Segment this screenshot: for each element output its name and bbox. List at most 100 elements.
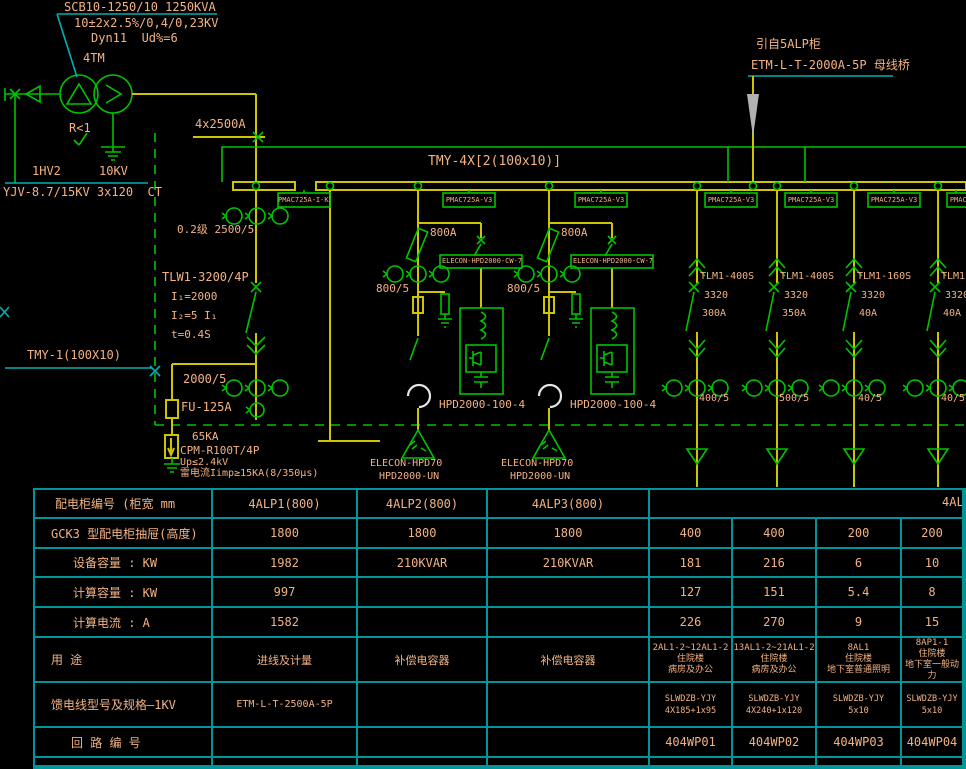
table-cell bbox=[817, 758, 902, 767]
feeder-column-1 bbox=[662, 190, 728, 487]
transformer-symbol bbox=[60, 75, 132, 160]
metering-ct-label: 0.2级 2500/5 bbox=[177, 224, 254, 236]
table-cell: 5.4 bbox=[817, 578, 902, 608]
transformer-spec-label: SCB10-1250/10 1250KVA bbox=[64, 1, 216, 13]
feeder4-ct-label: 40/5 bbox=[941, 393, 965, 405]
cap1-fuse-label: 800A bbox=[430, 227, 457, 239]
table-cell: SLWDZB-YJY 5x10 bbox=[902, 683, 964, 728]
incoming-ct2-label: 2000/5 bbox=[183, 373, 226, 385]
table-cell: 127 bbox=[650, 578, 733, 608]
fuse-label: FU-125A bbox=[181, 401, 232, 413]
cap2-filter-box-label: ELECON-HPD2000-CW-7 bbox=[572, 255, 654, 268]
cap2-spd2-label: HPD2000-UN bbox=[510, 471, 570, 483]
table-cell: 151 bbox=[733, 578, 817, 608]
row-header: 用 途 bbox=[35, 638, 213, 683]
table-cell: 1582 bbox=[213, 608, 358, 638]
table-cell: 10 bbox=[902, 549, 964, 578]
table-cell: 9 bbox=[817, 608, 902, 638]
table-cell: 13AL1-2~21AL1-2 住院楼 病房及办公 bbox=[733, 638, 817, 683]
hv-bus-tag-label: 1HV2 bbox=[32, 165, 61, 177]
meter-box-label: PMAC725A-V3 bbox=[785, 193, 837, 207]
table-cell: 400 bbox=[733, 519, 817, 549]
table-cell: 200 bbox=[902, 519, 964, 549]
feeder1-code-label: 3320 bbox=[704, 290, 728, 302]
feeder-column-4 bbox=[903, 190, 966, 487]
schematic-canvas bbox=[0, 0, 966, 488]
busbar-label: TMY-4X[2(100x10)] bbox=[428, 156, 561, 168]
panel-schedule-table: 配电柜编号 (柜宽 mm 4ALP1(800) 4ALP2(800) 4ALP3… bbox=[33, 488, 966, 769]
table-cell: 404WP01 bbox=[650, 728, 733, 758]
table-cell bbox=[650, 758, 733, 767]
cap2-ct-label: 800/5 bbox=[507, 283, 540, 295]
table-cell: 210KVAR bbox=[358, 549, 488, 578]
ground-resistance-label: R<1 bbox=[69, 122, 91, 134]
spd-ka-label: 65KA bbox=[192, 431, 219, 443]
transformer-tag-label: 4TM bbox=[83, 52, 105, 64]
table-cell: 216 bbox=[733, 549, 817, 578]
cabinet-4alp4-label: 4ALP4(800) bbox=[942, 495, 964, 509]
hv-cable-label: YJV-8.7/15KV 3x120 CT bbox=[3, 186, 162, 198]
table-cell: 8 bbox=[902, 578, 964, 608]
feeder2-code-label: 3320 bbox=[784, 290, 808, 302]
table-cell: 1800 bbox=[358, 519, 488, 549]
feeder2-frame-label: TLM1-400S bbox=[780, 271, 834, 283]
table-cell: 8AP1-1 住院楼 地下室一般动力 bbox=[902, 638, 964, 683]
feeder2-trip-label: 350A bbox=[782, 308, 806, 320]
cap2-module-label: HPD2000-100-4 bbox=[570, 399, 656, 411]
cap1-spd2-label: HPD2000-UN bbox=[379, 471, 439, 483]
transformer-vector-label: Dyn11 Ud%=6 bbox=[91, 32, 178, 44]
table-cell: 4ALP3(800) bbox=[488, 490, 650, 519]
feeder1-frame-label: TLM1-400S bbox=[700, 271, 754, 283]
meter-box-label: PMAC725A-I-K3 bbox=[278, 193, 330, 207]
table-cell: 2AL1-2~12AL1-2 住院楼 病房及办公 bbox=[650, 638, 733, 683]
table-cell: 270 bbox=[733, 608, 817, 638]
meter-box-label: PMAC725A-V3 bbox=[868, 193, 920, 207]
row-header: 馈电线型号及规格—1KV bbox=[35, 683, 213, 728]
feeder4-code-label: 3320 bbox=[945, 290, 966, 302]
table-cell: SLWDZB-YJY 5x10 bbox=[817, 683, 902, 728]
bus-bridge-spec-label: ETM-L-T-2000A-5P 母线桥 bbox=[751, 59, 910, 71]
table-cell bbox=[358, 683, 488, 728]
table-cell: 404WP04 bbox=[902, 728, 964, 758]
table-cell: 181 bbox=[650, 549, 733, 578]
bus-bridge-5alp bbox=[747, 76, 893, 182]
feeder1-ct-label: 400/5 bbox=[699, 393, 729, 405]
table-cell bbox=[488, 578, 650, 608]
meter-box-label: PMAC725A-V3 bbox=[947, 193, 966, 207]
meter-box-label: PMAC725A-V3 bbox=[705, 193, 757, 207]
feeder3-trip-label: 40A bbox=[859, 308, 877, 320]
table-cell: SLWDZB-YJY 4X240+1x120 bbox=[733, 683, 817, 728]
feeder-column-3 bbox=[819, 190, 885, 487]
feeder-column-2 bbox=[742, 190, 808, 487]
row-header bbox=[35, 758, 213, 767]
table-cell bbox=[488, 728, 650, 758]
table-cell: ETM-L-T-2500A-5P bbox=[213, 683, 358, 728]
meter-box-label: PMAC725A-V3 bbox=[443, 193, 495, 207]
table-cell bbox=[358, 728, 488, 758]
cap1-spd1-label: ELECON-HPD70 bbox=[370, 458, 442, 470]
table-cell: 6 bbox=[817, 549, 902, 578]
feeder4-trip-label: 40A bbox=[943, 308, 961, 320]
table-cell: SLWDZB-YJY 4X185+1x95 bbox=[650, 683, 733, 728]
transformer-voltage-label: 10±2x2.5%/0,4/0,23KV bbox=[74, 17, 219, 29]
breaker-i1-label: I₁=2000 bbox=[171, 291, 217, 303]
table-cell: 200 bbox=[817, 519, 902, 549]
lv-cable-rating-label: 4x2500A bbox=[195, 118, 246, 130]
row-header: 设备容量 : KW bbox=[35, 549, 213, 578]
row-header: 计算电流 : A bbox=[35, 608, 213, 638]
breaker-i2-label: I₂=5 I₁ bbox=[171, 310, 217, 322]
table-cell: 226 bbox=[650, 608, 733, 638]
cap2-spd1-label: ELECON-HPD70 bbox=[501, 458, 573, 470]
table-cell: 404WP02 bbox=[733, 728, 817, 758]
table-cell bbox=[488, 608, 650, 638]
table-cell: 8AL1 住院楼 地下室普通照明 bbox=[817, 638, 902, 683]
spd-iimp-label: 雷电流Iimp≥15KA(8/350μs) bbox=[180, 468, 318, 480]
row-header: GCK3 型配电柜抽屉(高度) bbox=[35, 519, 213, 549]
table-cell bbox=[358, 758, 488, 767]
spd-model-label: CPM-R100T/4P bbox=[180, 445, 259, 457]
table-cell: 4ALP2(800) bbox=[358, 490, 488, 519]
table-cell: 4ALP1(800) bbox=[213, 490, 358, 519]
table-cell-merged: 4ALP4(800) bbox=[650, 490, 964, 519]
feeder2-ct-label: 500/5 bbox=[779, 393, 809, 405]
hv-voltage-label: 10KV bbox=[99, 165, 128, 177]
